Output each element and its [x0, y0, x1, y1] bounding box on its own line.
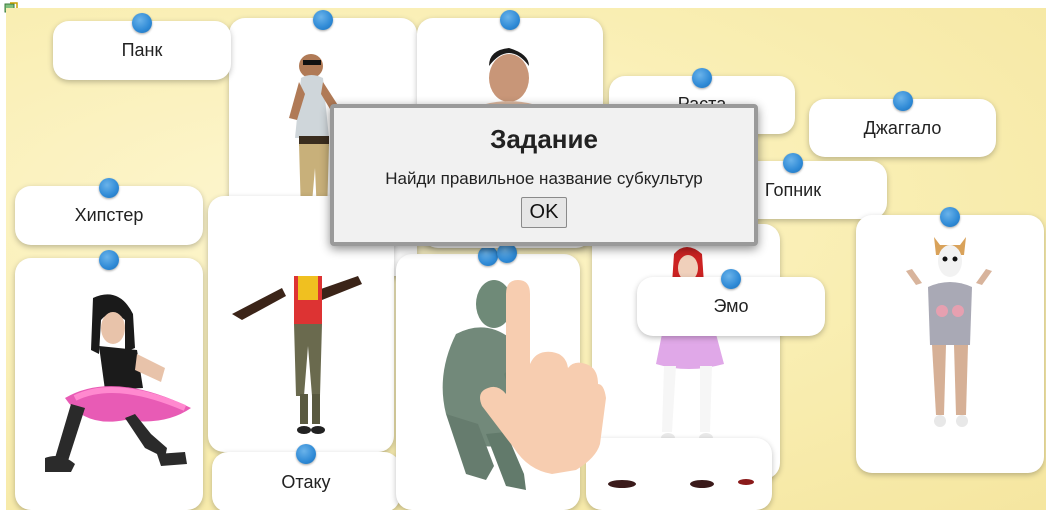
label-card-otaku[interactable]: Отаку: [212, 444, 400, 510]
label-card-punk[interactable]: Панк: [53, 13, 231, 80]
pin-icon: [721, 269, 741, 289]
label-text: Панк: [121, 40, 163, 60]
pin-icon: [497, 243, 517, 263]
pin-icon: [132, 13, 152, 33]
label-text: Хипстер: [74, 205, 144, 225]
girl-pink-tutu-image: [45, 294, 191, 472]
juggalo-figure-image: [906, 237, 992, 427]
label-card-hipster[interactable]: Хипстер: [15, 178, 203, 245]
dialog-title: Задание: [490, 124, 598, 154]
label-text: Джаггало: [863, 117, 942, 138]
pointing-hand-icon: [480, 280, 606, 474]
pin-icon: [892, 91, 913, 111]
photo-card-juggalo-figure[interactable]: [856, 207, 1044, 473]
pin-icon: [296, 444, 316, 464]
pin-icon: [783, 153, 803, 173]
label-text: Гопник: [764, 179, 822, 200]
task-dialog: Задание Найди правильное название субкул…: [330, 104, 758, 246]
pin-icon: [99, 178, 119, 198]
label-card-emo[interactable]: Эмо: [637, 269, 825, 336]
photo-card-girl-pink-tutu[interactable]: [15, 250, 203, 510]
label-text: Эмо: [713, 296, 749, 316]
label-card-juggalo[interactable]: Джаггало: [809, 91, 996, 157]
ok-button[interactable]: OK: [520, 197, 568, 228]
pin-icon: [692, 68, 712, 88]
dialog-text: Найди правильное название субкультур: [385, 169, 703, 188]
label-text: Отаку: [281, 471, 331, 492]
